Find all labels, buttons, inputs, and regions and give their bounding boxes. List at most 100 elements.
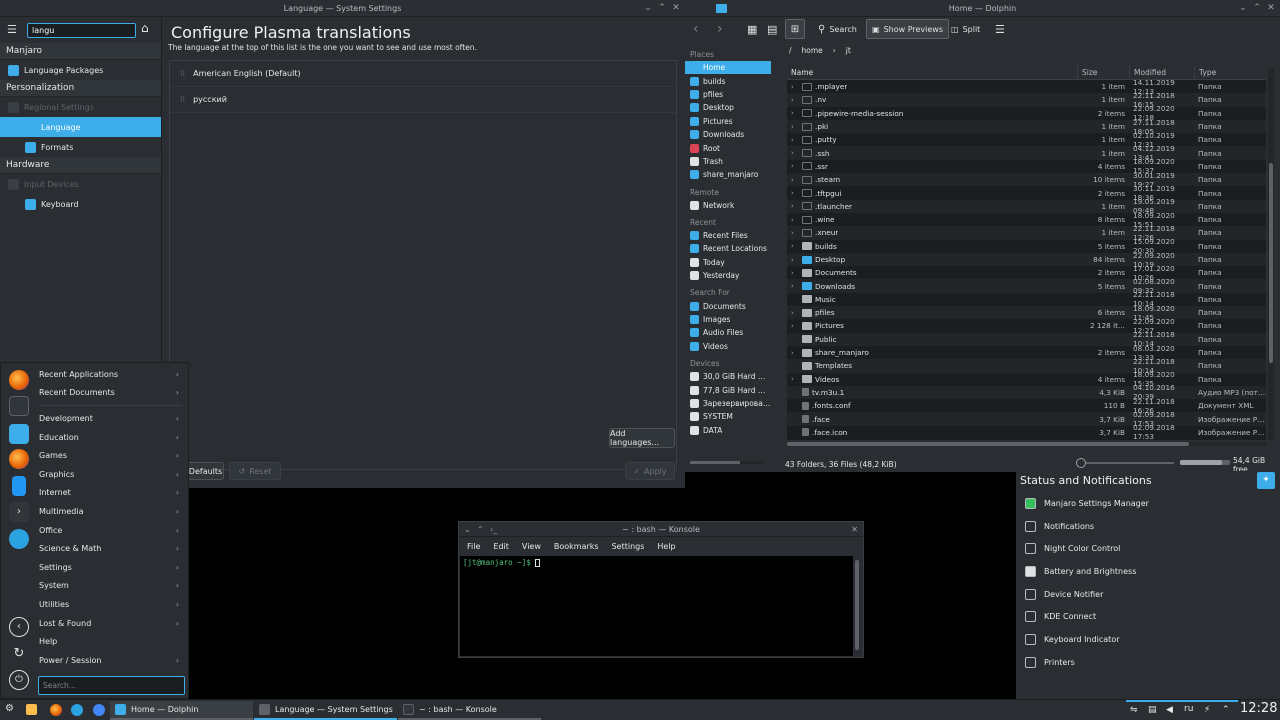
sidebar-item[interactable]: Language Packages — [0, 60, 161, 80]
leave-icon[interactable]: ‹ — [9, 617, 29, 637]
menu-item[interactable]: System › — [1, 577, 188, 596]
expand-chevron-icon[interactable]: › — [791, 349, 799, 357]
column-type[interactable]: Type — [1194, 66, 1266, 79]
tray-item[interactable]: Notifications — [1016, 515, 1280, 538]
split-button[interactable]: ◫ Split — [951, 19, 980, 39]
places-scrollbar[interactable] — [690, 461, 764, 464]
restart-icon[interactable]: ↻ — [9, 644, 29, 664]
file-row[interactable]: › share_manjaro 2 items 08.03.2020 13:33 Пап… — [787, 344, 1266, 362]
sidebar-item[interactable]: Language — [0, 117, 161, 137]
expand-chevron-icon[interactable]: › — [791, 123, 799, 131]
tray-item[interactable]: Keyboard Indicator — [1016, 628, 1280, 651]
places-item[interactable]: SYSTEM — [685, 410, 771, 423]
places-item[interactable]: Videos — [685, 340, 771, 353]
add-languages-button[interactable]: Add languages... — [609, 428, 675, 448]
file-row[interactable]: › .ssh 1 item 04.12.2019 13:41 Папка — [787, 144, 1266, 162]
file-row[interactable]: tv.m3u.1 4,3 KiB 04.10.2016 20:39 Аудио MP3… — [787, 383, 1266, 401]
menu-search-input[interactable]: Search... — [38, 676, 185, 695]
system-settings-icon[interactable] — [9, 396, 29, 416]
file-row[interactable]: › Downloads 5 items 02.08.2020 09:32 Папка — [787, 277, 1266, 295]
file-row[interactable]: Templates 22.11.2018 10:14 Папка — [787, 357, 1266, 375]
maximize-icon[interactable]: ⌃ — [1250, 0, 1264, 17]
task-dolphin[interactable]: Home — Dolphin — [110, 701, 253, 720]
konsole-menu-item[interactable]: Help — [657, 542, 675, 551]
file-row[interactable]: .face 3,7 KiB 02.09.2018 17:53 Изображение … — [787, 410, 1266, 428]
file-row[interactable]: › pfiles 6 items 18.09.2020 11:45 Папка — [787, 304, 1266, 322]
expand-chevron-icon[interactable]: › — [791, 96, 799, 104]
places-item[interactable]: Audio Files — [685, 326, 771, 339]
settings-titlebar[interactable]: Language — System Settings ⌄ ⌃ ✕ — [0, 0, 685, 17]
kde-connect-icon[interactable]: ⇋ — [1130, 705, 1138, 715]
menu-item[interactable]: Science & Math › — [1, 539, 188, 558]
file-row[interactable]: › .wine 8 items 18.09.2020 15:51 Папка — [787, 211, 1266, 229]
konsole-menu-item[interactable]: Settings — [612, 542, 645, 551]
file-row[interactable]: .face.icon 3,7 KiB 02.09.2018 17:53 Изображ… — [787, 423, 1266, 441]
terminal-view[interactable]: [jt@manjaro ~]$ — [460, 556, 853, 656]
file-row[interactable]: › .xneur 1 item 22.11.2018 12:26 Папка — [787, 224, 1266, 242]
breadcrumb-root[interactable]: / — [789, 46, 792, 55]
volume-icon[interactable]: ◀ — [1166, 705, 1173, 715]
dolphin-icon[interactable] — [9, 424, 29, 444]
expand-chevron-icon[interactable]: › — [791, 176, 799, 184]
minimize-icon[interactable]: ⌄ — [464, 522, 471, 537]
file-manager-icon[interactable] — [26, 704, 37, 715]
konsole-titlebar[interactable]: ⌄ ⌃ ›_ ~ : bash — Konsole ✕ — [459, 522, 863, 537]
breadcrumb-home[interactable]: home — [802, 46, 823, 55]
menu-item[interactable]: Recent Applications › — [1, 365, 188, 384]
icons-view-icon[interactable]: ▦ — [747, 19, 757, 39]
expand-chevron-icon[interactable]: › — [791, 202, 799, 210]
konsole-menu-item[interactable]: Bookmarks — [554, 542, 599, 551]
task-settings[interactable]: Language — System Settings — [254, 701, 397, 720]
konsole-menu-item[interactable]: View — [522, 542, 541, 551]
expand-chevron-icon[interactable]: › — [791, 309, 799, 317]
places-item[interactable]: share_manjaro — [685, 168, 771, 181]
places-item[interactable]: DATA — [685, 424, 771, 437]
reset-button[interactable]: ↺ Reset — [229, 462, 281, 480]
menu-item[interactable]: Utilities › — [1, 595, 188, 614]
apply-button[interactable]: ✓ Apply — [625, 462, 675, 480]
places-item[interactable]: Desktop — [685, 101, 771, 114]
menu-item[interactable]: Internet › — [1, 484, 188, 503]
places-item[interactable]: Pictures — [685, 115, 771, 128]
file-row[interactable]: › .tlauncher 1 item 19.05.2019 09:48 Папка — [787, 197, 1266, 215]
drag-handle-icon[interactable]: ⁝⁝ — [180, 69, 185, 78]
file-row[interactable]: Music 22.11.2018 10:14 Папка — [787, 290, 1266, 308]
expand-chevron-icon[interactable]: › — [791, 162, 799, 170]
places-item[interactable]: Today — [685, 256, 771, 269]
clipboard-icon[interactable]: ▤ — [1148, 705, 1157, 715]
file-row[interactable]: › .pki 1 item 27.11.2018 18:05 Папка — [787, 118, 1266, 136]
task-konsole[interactable]: ~ : bash — Konsole — [398, 701, 541, 720]
file-row[interactable]: › Pictures 2 128 it... 22.09.2020 12:27 Папк… — [787, 317, 1266, 335]
file-row[interactable]: › .tftpgui 2 items 30.11.2019 18:36 Папка — [787, 184, 1266, 202]
firefox-icon[interactable] — [9, 370, 29, 390]
file-row[interactable]: › .pipewire-media-session 2 items 22.09.202… — [787, 104, 1266, 122]
file-row[interactable]: .fonts.conf 110 B 22.11.2018 16:26 Документ… — [787, 397, 1266, 415]
compact-view-icon[interactable]: ▤ — [767, 19, 777, 39]
expand-chevron-icon[interactable]: › — [791, 282, 799, 290]
expand-chevron-icon[interactable]: › — [791, 189, 799, 197]
sidebar-item[interactable]: Regional Settings — [0, 97, 161, 117]
places-item[interactable]: Recent Locations — [685, 242, 771, 255]
file-row[interactable]: › Desktop 84 items 22.09.2020 10:19 Папка — [787, 251, 1266, 269]
expand-tray-icon[interactable]: ⌃ — [1222, 705, 1230, 715]
hamburger-menu-icon[interactable]: ☰ — [7, 23, 17, 36]
home-icon[interactable]: ⌂ — [141, 21, 149, 35]
search-button[interactable]: ⚲ Search — [818, 19, 857, 39]
menu-item[interactable]: Office › — [1, 521, 188, 540]
forward-icon[interactable]: › — [717, 19, 723, 39]
expand-chevron-icon[interactable]: › — [791, 269, 799, 277]
expand-chevron-icon[interactable]: › — [791, 83, 799, 91]
maximize-icon[interactable]: ⌃ — [655, 0, 669, 17]
expand-chevron-icon[interactable]: › — [791, 136, 799, 144]
places-item[interactable]: pfiles — [685, 88, 771, 101]
places-item[interactable]: Images — [685, 313, 771, 326]
keyboard-layout[interactable]: ru — [1184, 704, 1193, 714]
language-row[interactable]: ⁝⁝ русский — [170, 87, 676, 113]
places-item[interactable]: Зарезервировано — [685, 397, 771, 410]
show-previews-button[interactable]: ▣ Show Previews — [866, 19, 949, 39]
zoom-slider-handle[interactable] — [1076, 458, 1086, 468]
menu-item[interactable]: Development › — [1, 409, 188, 428]
file-row[interactable]: › .ssr 4 items 18.09.2020 15:37 Папка — [787, 157, 1266, 175]
zoom-slider-track[interactable] — [1086, 462, 1174, 464]
file-list-scrollbar[interactable] — [1268, 68, 1274, 440]
